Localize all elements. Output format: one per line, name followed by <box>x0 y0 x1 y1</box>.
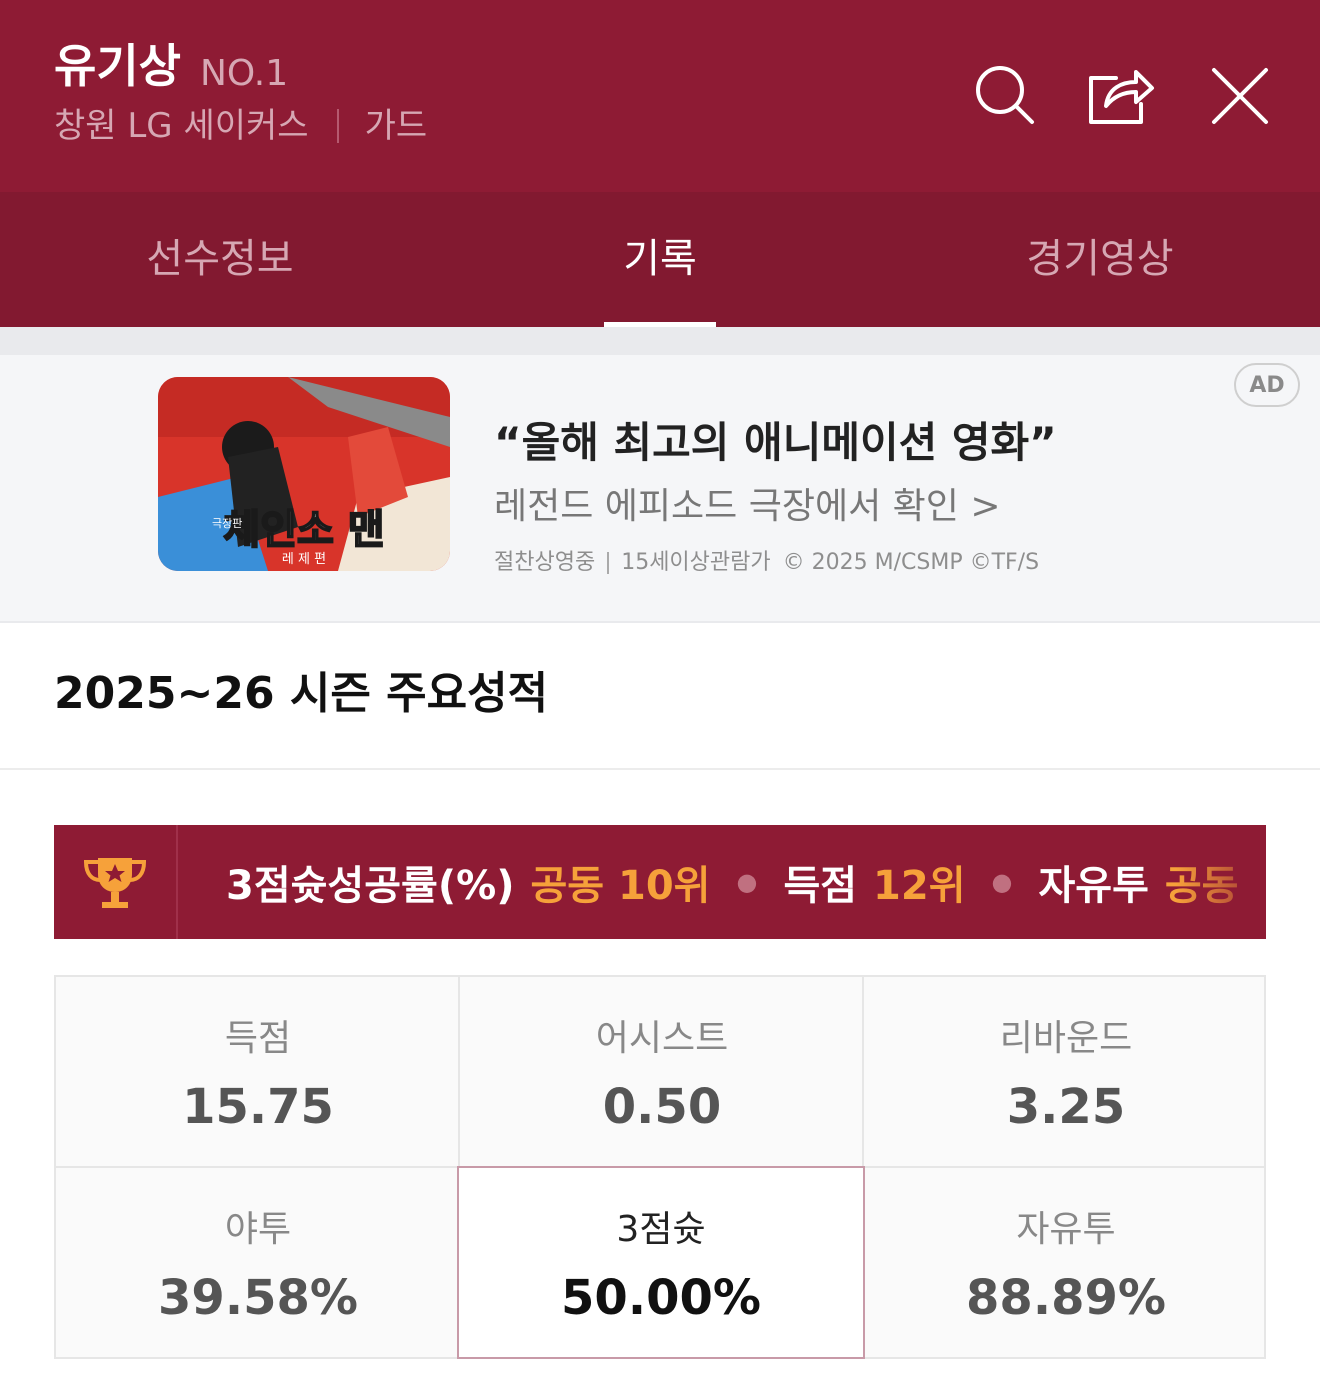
ranking-separator-dot: ● <box>991 868 1013 896</box>
ranking-list: 3점슛성공률(%) 공동 10위 ● 득점 12위 ● 자유투 공동 <box>226 825 1238 939</box>
stat-grid: 득점 15.75 어시스트 0.50 리바운드 3.25 야투 39.58% 자… <box>54 975 1266 1359</box>
ranking-item: 득점 12위 <box>783 853 965 911</box>
ad-headline: “올해 최고의 애니메이션 영화” <box>494 418 1057 467</box>
ad-badge[interactable]: AD <box>1234 363 1300 407</box>
stat-value: 3.25 <box>1006 1079 1126 1135</box>
stat-label: 야투 <box>224 1209 292 1250</box>
ad-banner[interactable]: 체인소 맨 레 제 편 극장판 “올해 최고의 애니메이션 영화” 레전드 에피… <box>0 355 1320 621</box>
team-position-line: 창원 LG 세이커스 가드 <box>54 104 427 148</box>
tab-records[interactable]: 기록 <box>440 192 880 327</box>
ad-meta-separator <box>607 552 610 574</box>
stat-label: 자유투 <box>1016 1209 1116 1250</box>
ranking-item: 3점슛성공률(%) 공동 10위 <box>226 853 710 911</box>
tab-bar: 선수정보 기록 경기영상 <box>0 192 1320 327</box>
section-divider <box>0 768 1320 770</box>
ranking-banner[interactable]: 3점슛성공률(%) 공동 10위 ● 득점 12위 ● 자유투 공동 <box>54 825 1266 939</box>
share-icon[interactable] <box>1086 60 1156 130</box>
stat-value: 50.00% <box>561 1270 761 1326</box>
ad-meta-status: 절찬상영중 <box>494 550 596 575</box>
stat-label: 어시스트 <box>595 1018 729 1059</box>
ad-meta-copyright: © 2025 M/CSMP ©TF/S <box>782 550 1040 575</box>
player-header: 유기상 NO.1 창원 LG 세이커스 가드 <box>0 0 1320 192</box>
ranking-category: 득점 <box>783 863 858 909</box>
stat-points: 득점 15.75 <box>56 977 460 1168</box>
ranking-value: 공동 10위 <box>530 863 711 909</box>
team-separator <box>336 109 339 143</box>
stat-field-goal: 야투 39.58% <box>56 1168 460 1359</box>
close-icon[interactable] <box>1204 60 1274 130</box>
team-name[interactable]: 창원 LG 세이커스 <box>54 104 309 148</box>
ad-thumb-side: 극장판 <box>212 517 242 530</box>
stat-value: 88.89% <box>966 1270 1166 1326</box>
ad-meta: 절찬상영중 15세이상관람가 © 2025 M/CSMP ©TF/S <box>494 549 1039 577</box>
ad-section: 체인소 맨 레 제 편 극장판 “올해 최고의 애니메이션 영화” 레전드 에피… <box>0 327 1320 623</box>
season-title: 2025~26 시즌 주요성적 <box>54 668 549 719</box>
tab-player-info[interactable]: 선수정보 <box>0 192 440 327</box>
stat-label: 리바운드 <box>999 1018 1133 1059</box>
ad-thumb-title: 체인소 맨 <box>223 507 384 553</box>
ad-thumbnail: 체인소 맨 레 제 편 극장판 <box>158 377 450 571</box>
stat-free-throw: 자유투 88.89% <box>864 1168 1268 1359</box>
tab-game-videos[interactable]: 경기영상 <box>880 192 1320 327</box>
stat-rebounds: 리바운드 3.25 <box>864 977 1268 1168</box>
trophy-icon <box>54 825 178 939</box>
stat-value: 39.58% <box>158 1270 358 1326</box>
ad-thumb-subtitle: 레 제 편 <box>282 552 326 567</box>
player-name: 유기상 <box>54 39 181 93</box>
player-number: NO.1 <box>200 53 289 94</box>
stat-three-point: 3점슛 50.00% <box>457 1166 865 1359</box>
ranking-category: 자유투 <box>1038 863 1149 909</box>
ranking-separator-dot: ● <box>736 868 758 896</box>
stat-label: 득점 <box>224 1018 292 1059</box>
ad-meta-rating: 15세이상관람가 <box>621 550 771 575</box>
ranking-fade-overlay <box>1176 825 1266 939</box>
ad-link-text[interactable]: 레전드 에피소드 극장에서 확인 > <box>494 485 1001 529</box>
stat-value: 15.75 <box>182 1079 334 1135</box>
stat-assists: 어시스트 0.50 <box>460 977 864 1168</box>
ranking-category: 3점슛성공률(%) <box>226 863 515 909</box>
search-icon[interactable] <box>970 60 1040 130</box>
player-position: 가드 <box>364 106 428 146</box>
stat-value: 0.50 <box>602 1079 722 1135</box>
ranking-value: 12위 <box>873 863 966 909</box>
stat-label: 3점슛 <box>616 1209 706 1250</box>
